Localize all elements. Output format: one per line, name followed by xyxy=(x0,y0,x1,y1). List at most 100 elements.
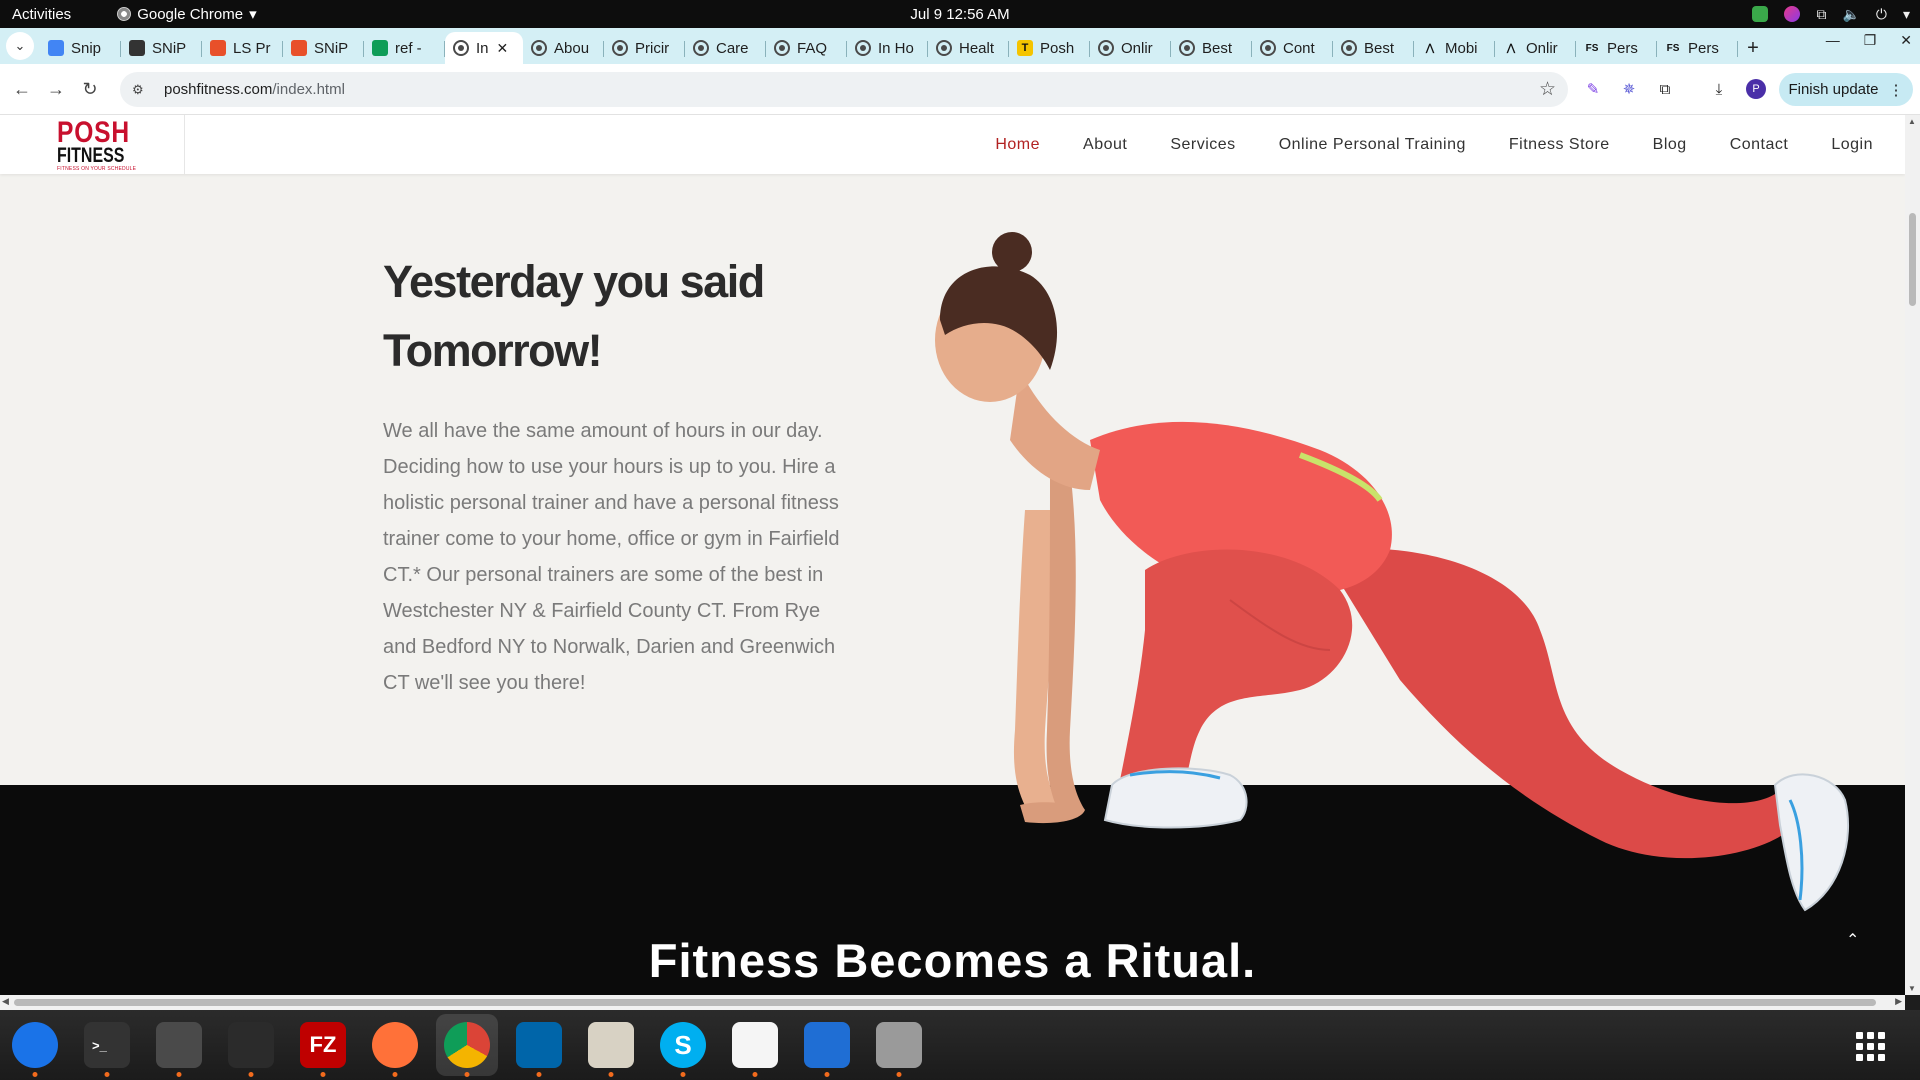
browser-tab[interactable]: ⋀ Mobi xyxy=(1414,32,1495,64)
sheets-icon xyxy=(372,40,388,56)
nav-link-fitness-store[interactable]: Fitness Store xyxy=(1509,136,1610,154)
tab-label: FAQ xyxy=(797,39,828,57)
section-heading: Fitness Becomes a Ritual. xyxy=(648,934,1257,987)
show-apps-icon[interactable] xyxy=(1856,1032,1885,1061)
maximize-icon[interactable]: ❐ xyxy=(1864,32,1877,49)
running-indicator xyxy=(248,1072,254,1077)
vscode-icon[interactable] xyxy=(516,1022,562,1077)
profile-avatar[interactable]: P xyxy=(1746,79,1766,99)
scroll-up-arrow-icon[interactable]: ▲ xyxy=(1908,117,1916,126)
close-tab-icon[interactable]: ✕ xyxy=(497,40,509,57)
browser-tab[interactable]: FAQ xyxy=(766,32,847,64)
nav-link-blog[interactable]: Blog xyxy=(1653,136,1687,154)
terminal-icon[interactable]: >_ xyxy=(84,1022,130,1077)
volume-icon[interactable]: 🔈 xyxy=(1842,6,1859,23)
site-info-icon[interactable]: ⚙ xyxy=(132,82,152,98)
url-text[interactable]: poshfitness.com/index.html xyxy=(164,81,345,98)
browser-tab[interactable]: FS Pers xyxy=(1576,32,1657,64)
scroll-down-arrow-icon[interactable]: ▼ xyxy=(1908,984,1916,993)
chrome-icon[interactable] xyxy=(444,1022,490,1077)
finish-update-button[interactable]: Finish update ⋮ xyxy=(1779,73,1913,106)
browser-tab[interactable]: Care xyxy=(685,32,766,64)
system-monitor-icon[interactable] xyxy=(228,1022,274,1077)
files-icon[interactable] xyxy=(588,1022,634,1077)
firefox-icon[interactable] xyxy=(372,1022,418,1077)
app-menu[interactable]: Google Chrome ▾ xyxy=(117,5,257,23)
browser-tab[interactable]: Pricir xyxy=(604,32,685,64)
horizontal-scroll-thumb[interactable] xyxy=(14,999,1876,1006)
network-icon[interactable]: ⧉ xyxy=(1816,6,1826,23)
update-status-icon[interactable] xyxy=(1752,6,1769,22)
pen-extension-icon[interactable]: ✎ xyxy=(1582,78,1604,100)
bookmark-star-icon[interactable]: ☆ xyxy=(1539,78,1556,101)
disk-icon[interactable] xyxy=(876,1022,922,1077)
browser-tab[interactable]: Snip xyxy=(40,32,121,64)
browser-tab[interactable]: SNiP xyxy=(121,32,202,64)
browser-tab[interactable]: LS Pr xyxy=(202,32,283,64)
power-icon[interactable]: ⏻ xyxy=(1876,6,1887,23)
forward-button[interactable]: → xyxy=(39,72,73,106)
calculator-icon[interactable] xyxy=(156,1022,202,1077)
finish-update-label: Finish update xyxy=(1788,81,1879,98)
horizontal-scrollbar[interactable]: ◀ ▶ xyxy=(0,995,1905,1010)
running-indicator xyxy=(680,1072,686,1077)
posh-icon: T xyxy=(1017,40,1033,56)
system-tray[interactable]: ⧉ 🔈 ⏻ ▾ xyxy=(1752,0,1910,28)
nav-link-login[interactable]: Login xyxy=(1831,136,1873,154)
vertical-scroll-thumb[interactable] xyxy=(1909,213,1916,306)
browser-tab[interactable]: Healt xyxy=(928,32,1009,64)
scroll-left-arrow-icon[interactable]: ◀ xyxy=(2,996,9,1007)
posh-fitness-logo[interactable]: POSH FITNESS FITNESS ON YOUR SCHEDULE xyxy=(0,115,185,174)
thunderbird-icon[interactable] xyxy=(12,1022,58,1077)
profile-tray-icon[interactable] xyxy=(1784,6,1801,22)
clock[interactable]: Jul 9 12:56 AM xyxy=(910,6,1009,23)
tab-label: Posh xyxy=(1040,39,1075,57)
browser-tab[interactable]: In ✕ xyxy=(445,32,523,64)
nav-link-contact[interactable]: Contact xyxy=(1730,136,1789,154)
logo-word-fitness: FITNESS xyxy=(57,144,125,167)
reload-button[interactable]: ↻ xyxy=(73,72,107,106)
scroll-to-top-icon[interactable]: ⌃ xyxy=(1846,930,1859,950)
new-tab-button[interactable]: + xyxy=(1738,32,1768,64)
address-bar[interactable]: ⚙ poshfitness.com/index.html ☆ xyxy=(120,72,1568,107)
browser-tab[interactable]: T Posh xyxy=(1009,32,1090,64)
browser-tab[interactable]: ⋀ Onlir xyxy=(1495,32,1576,64)
browser-tab[interactable]: In Ho xyxy=(847,32,928,64)
back-button[interactable]: ← xyxy=(5,72,39,106)
nav-link-services[interactable]: Services xyxy=(1170,136,1235,154)
nav-link-about[interactable]: About xyxy=(1083,136,1127,154)
filezilla-icon[interactable]: FZ xyxy=(300,1022,346,1077)
close-window-icon[interactable]: ✕ xyxy=(1900,32,1912,49)
browser-tab[interactable]: FS Pers xyxy=(1657,32,1738,64)
browser-tab[interactable]: Best xyxy=(1333,32,1414,64)
browser-tab[interactable]: ref - xyxy=(364,32,445,64)
url-host: poshfitness.com xyxy=(164,81,273,98)
browser-tab[interactable]: Abou xyxy=(523,32,604,64)
nav-link-online-personal-training[interactable]: Online Personal Training xyxy=(1279,136,1466,154)
nav-link-home[interactable]: Home xyxy=(995,136,1040,154)
globe-icon xyxy=(453,40,469,56)
tab-label: Best xyxy=(1364,39,1395,57)
activities-button[interactable]: Activities xyxy=(12,6,71,23)
vertical-scrollbar[interactable]: ▲ ▼ xyxy=(1905,115,1920,995)
browser-tab[interactable]: Best xyxy=(1171,32,1252,64)
chevron-down-icon[interactable]: ▾ xyxy=(1903,6,1910,23)
reload-icon: ↻ xyxy=(82,78,98,99)
text-editor-icon[interactable] xyxy=(732,1022,778,1077)
tab-label: SNiP xyxy=(152,39,187,57)
download-icon[interactable]: ⤓ xyxy=(1708,78,1730,100)
scroll-right-arrow-icon[interactable]: ▶ xyxy=(1895,996,1902,1007)
chrome-app-icon xyxy=(117,7,132,21)
tab-label: In Ho xyxy=(878,39,914,57)
gear-extension-icon[interactable]: ✵ xyxy=(1618,78,1640,100)
browser-tab[interactable]: Cont xyxy=(1252,32,1333,64)
writer-icon[interactable] xyxy=(804,1022,850,1077)
minimize-icon[interactable]: — xyxy=(1826,32,1840,49)
skype-icon[interactable]: S xyxy=(660,1022,706,1077)
browser-tab[interactable]: Onlir xyxy=(1090,32,1171,64)
extensions-puzzle-icon[interactable]: ⧉ xyxy=(1654,78,1676,100)
tab-search-button[interactable]: ⌄ xyxy=(6,32,34,60)
arrow-right-icon: → xyxy=(47,78,65,99)
caret-down-icon: ▾ xyxy=(249,6,257,23)
browser-tab[interactable]: SNiP xyxy=(283,32,364,64)
